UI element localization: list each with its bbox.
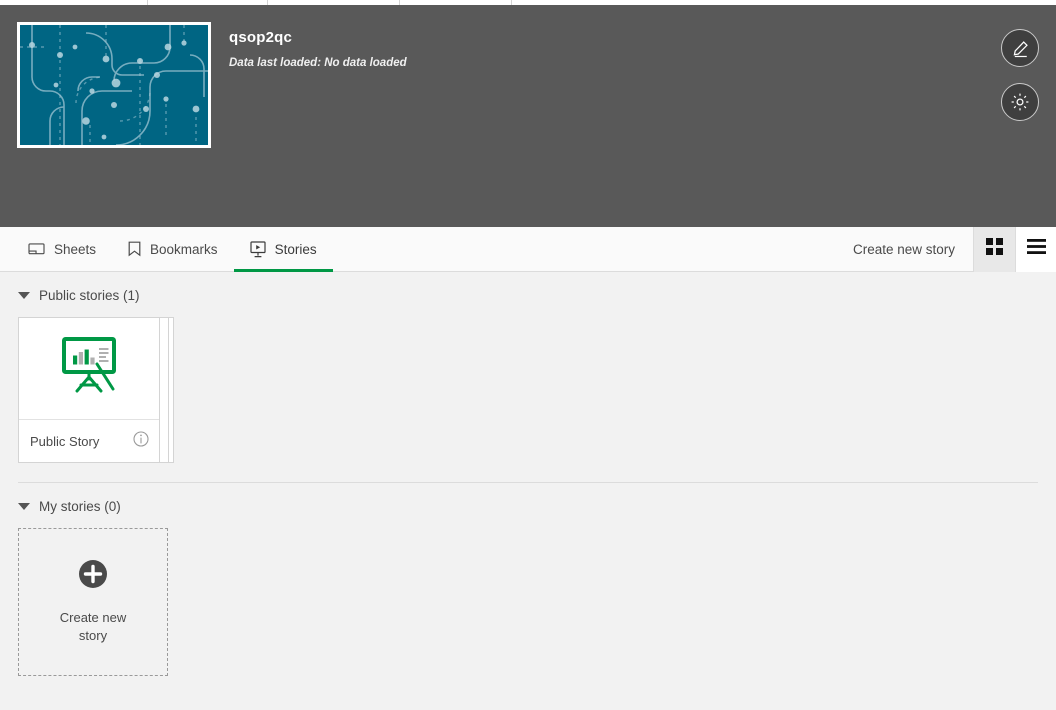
data-last-loaded-status: Data last loaded: No data loaded <box>229 57 407 69</box>
grid-view-button[interactable] <box>974 226 1015 272</box>
my-stories-card-row: Create new story <box>0 514 1056 676</box>
tab-sheets-label: Sheets <box>54 241 97 257</box>
section-title-public-stories: Public stories (1) <box>39 288 140 303</box>
edit-app-button[interactable] <box>1001 29 1039 67</box>
bookmark-icon <box>128 241 141 257</box>
tab-sheets[interactable]: Sheets <box>12 227 112 272</box>
view-toggle-group <box>973 226 1056 272</box>
tab-bookmarks-label: Bookmarks <box>150 241 218 257</box>
caret-down-icon[interactable] <box>18 503 30 510</box>
public-stories-card-row: Public Story <box>0 303 1056 465</box>
caret-down-icon[interactable] <box>18 292 30 299</box>
plus-circle-icon <box>79 559 107 593</box>
pencil-icon <box>1011 39 1030 58</box>
create-new-story-card-label: Create new story <box>59 609 127 643</box>
story-card-stack: Public Story <box>18 317 176 465</box>
app-title-block: qsop2qc Data last loaded: No data loaded <box>229 29 407 70</box>
grid-view-icon <box>986 238 1003 260</box>
page-title: qsop2qc <box>229 29 293 46</box>
create-new-story-link[interactable]: Create new story <box>835 242 973 257</box>
section-title-my-stories: My stories (0) <box>39 499 121 514</box>
app-toolbar: Sheets Bookmarks Stories Create new stor… <box>0 226 1056 272</box>
gear-icon <box>1010 92 1030 112</box>
toolbar-right-group: Create new story <box>835 226 1056 272</box>
story-easel-icon <box>59 337 119 400</box>
story-card-title: Public Story <box>30 433 100 449</box>
stories-content-area: Public stories (1) Public Story My stori… <box>0 272 1056 710</box>
app-settings-button[interactable] <box>1001 83 1039 121</box>
tab-stories-label: Stories <box>274 241 317 257</box>
story-icon <box>249 240 266 258</box>
create-new-story-card[interactable]: Create new story <box>18 528 168 676</box>
list-view-icon <box>1026 239 1046 259</box>
info-circle-icon[interactable] <box>133 430 149 452</box>
tab-bookmarks[interactable]: Bookmarks <box>112 227 234 272</box>
section-header-public-stories[interactable]: Public stories (1) <box>0 272 1056 303</box>
story-card-footer: Public Story <box>19 420 159 462</box>
sheet-icon <box>28 242 45 257</box>
app-header: qsop2qc Data last loaded: No data loaded <box>0 5 1056 227</box>
list-view-button[interactable] <box>1015 226 1056 272</box>
story-card-public-story[interactable]: Public Story <box>18 317 160 463</box>
app-thumbnail-image <box>17 22 211 148</box>
section-header-my-stories[interactable]: My stories (0) <box>0 483 1056 514</box>
tab-stories[interactable]: Stories <box>233 227 333 272</box>
story-thumbnail <box>19 318 159 420</box>
